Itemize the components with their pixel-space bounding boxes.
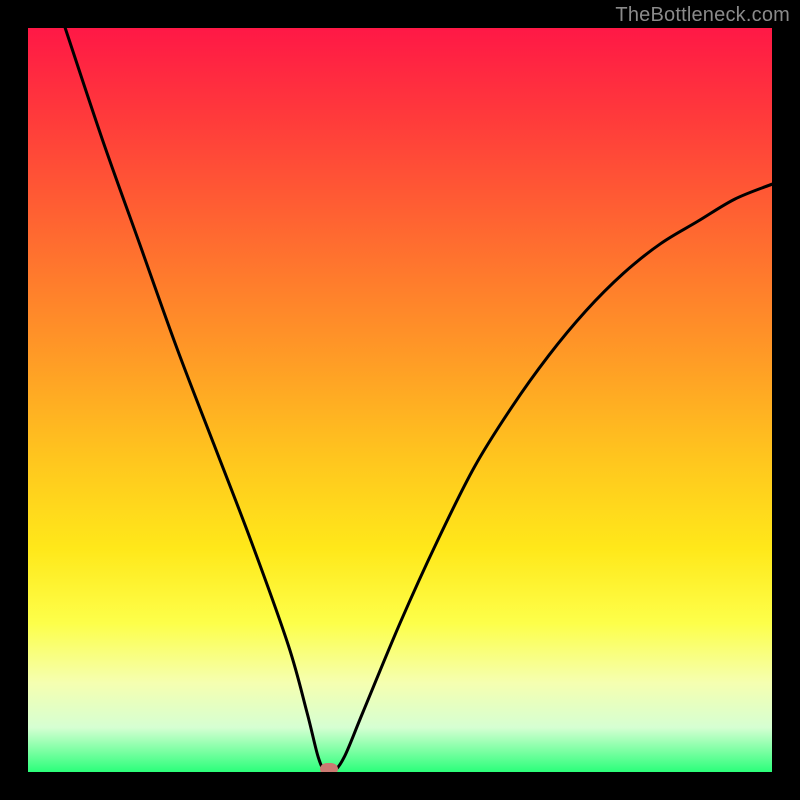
- chart-frame: TheBottleneck.com: [0, 0, 800, 800]
- plot-area: [28, 28, 772, 772]
- minimum-marker: [320, 763, 338, 772]
- bottleneck-curve: [65, 28, 772, 772]
- watermark-text: TheBottleneck.com: [615, 4, 790, 27]
- curve-layer: [28, 28, 772, 772]
